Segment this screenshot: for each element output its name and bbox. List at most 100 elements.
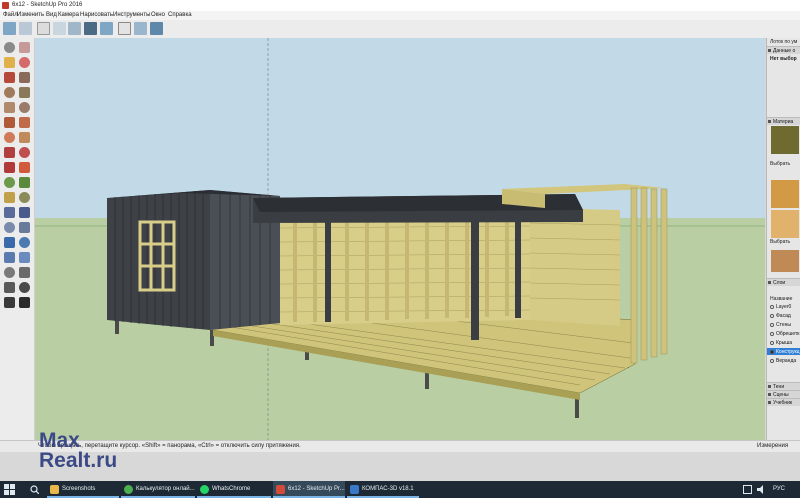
taskbar-item-kompas[interactable]: КОМПАС-3D v18.1	[347, 481, 419, 498]
network-icon[interactable]	[743, 485, 752, 494]
protractor-icon[interactable]	[4, 207, 15, 218]
shadows-header[interactable]: Тени	[767, 382, 800, 390]
rotate-icon[interactable]	[4, 162, 15, 173]
arc-icon[interactable]	[4, 117, 15, 128]
materials-select-label-2[interactable]: Выбрать	[770, 239, 790, 245]
zoom-icon[interactable]	[4, 252, 15, 263]
cube-top-icon[interactable]	[37, 22, 50, 35]
model-viewport[interactable]	[35, 38, 765, 440]
collapse-icon	[768, 120, 771, 123]
input-language[interactable]: РУС	[773, 486, 785, 492]
circle-icon[interactable]	[4, 102, 15, 113]
instructor-header[interactable]: Учебник	[767, 398, 800, 406]
position-camera-icon[interactable]	[4, 282, 15, 293]
zoom-window-icon[interactable]	[19, 252, 30, 263]
entity-info-value: Нет выбор	[770, 56, 797, 62]
menu-help[interactable]: Справка	[168, 12, 192, 18]
style-shaded-icon[interactable]	[134, 22, 147, 35]
watermark-line-2: Realt.ru	[39, 449, 118, 472]
rectangle-icon[interactable]	[4, 87, 15, 98]
pie-icon[interactable]	[4, 132, 15, 143]
style-xray-icon[interactable]	[118, 22, 131, 35]
taskbar-item-whatschrome[interactable]: WhatsChrome	[197, 481, 271, 498]
material-swatch-wood-3[interactable]	[771, 250, 799, 272]
volume-icon[interactable]	[757, 485, 766, 494]
pan-icon[interactable]	[19, 237, 30, 248]
layer-radio[interactable]	[770, 332, 774, 336]
menu-camera[interactable]: Камера	[58, 12, 79, 18]
dimension-icon[interactable]	[19, 192, 30, 203]
polygon-icon[interactable]	[19, 102, 30, 113]
layer-row[interactable]: Обрешетк	[767, 330, 800, 337]
text-icon[interactable]	[19, 207, 30, 218]
layer-row[interactable]: Крыша	[767, 339, 800, 346]
zoom-extents-icon[interactable]	[4, 267, 15, 278]
line-pencil-icon[interactable]	[4, 72, 15, 83]
3d-text-icon[interactable]	[19, 222, 30, 233]
offset-icon[interactable]	[19, 177, 30, 188]
select-arrow-icon[interactable]	[4, 42, 15, 53]
scale-icon[interactable]	[4, 177, 15, 188]
layer-radio[interactable]	[770, 305, 774, 309]
material-swatch-wood-2[interactable]	[771, 210, 799, 238]
layer-row[interactable]: Веранда	[767, 357, 800, 364]
cube-iso-icon[interactable]	[3, 22, 16, 35]
eraser2-icon[interactable]	[19, 57, 30, 68]
menu-tools[interactable]: Инструменты	[113, 12, 150, 18]
taskbar-item-sketchup[interactable]: 6x12 - SketchUp Pr...	[273, 481, 345, 498]
search-icon[interactable]	[30, 485, 40, 495]
layer-row[interactable]: Стены	[767, 321, 800, 328]
walk-icon[interactable]	[4, 297, 15, 308]
expand-icon	[768, 385, 771, 388]
collapse-icon	[768, 49, 771, 52]
layer-radio-active[interactable]	[770, 350, 774, 354]
menu-window[interactable]: Окно	[151, 12, 165, 18]
layers-header[interactable]: Слои	[767, 278, 800, 286]
model-canvas[interactable]	[35, 38, 765, 440]
layer-radio[interactable]	[770, 314, 774, 318]
follow-me-icon[interactable]	[19, 162, 30, 173]
layer-row[interactable]: Layer0	[767, 303, 800, 310]
windows-start-icon[interactable]	[4, 484, 15, 495]
rotated-rect-icon[interactable]	[19, 87, 30, 98]
layer-row[interactable]: Фасад	[767, 312, 800, 319]
material-swatch-wood-1[interactable]	[771, 180, 799, 208]
orbit-icon[interactable]	[4, 237, 15, 248]
taskbar-item-chrome-calculator[interactable]: Калькулятор онлай...	[121, 481, 195, 498]
dark-volume-front	[107, 190, 210, 330]
freehand-icon[interactable]	[19, 72, 30, 83]
materials-select-label[interactable]: Выбрать	[770, 161, 790, 167]
arc3-icon[interactable]	[19, 132, 30, 143]
layer-radio[interactable]	[770, 323, 774, 327]
entity-info-header[interactable]: Данные о	[767, 46, 800, 54]
section-icon[interactable]	[19, 297, 30, 308]
move-icon[interactable]	[4, 147, 15, 158]
menu-draw[interactable]: Нарисовать	[80, 12, 113, 18]
tape-measure-icon[interactable]	[4, 192, 15, 203]
scenes-header[interactable]: Сцены	[767, 390, 800, 398]
previous-view-icon[interactable]	[19, 267, 30, 278]
section-plane-icon[interactable]	[150, 22, 163, 35]
layer-row-selected[interactable]: Конструкц	[767, 348, 800, 355]
cube-left-icon[interactable]	[100, 22, 113, 35]
taskbar-item-screenshots[interactable]: Screenshots	[47, 481, 119, 498]
cube-front-icon[interactable]	[53, 22, 66, 35]
cube-outline-icon[interactable]	[19, 22, 32, 35]
materials-header[interactable]: Материа	[767, 117, 800, 125]
menu-view[interactable]: Вид	[46, 12, 57, 18]
cube-back-icon[interactable]	[84, 22, 97, 35]
menu-file[interactable]: Файл	[3, 12, 18, 18]
taskbar: Screenshots Калькулятор онлай... WhatsCh…	[0, 481, 800, 498]
paint-bucket-icon[interactable]	[4, 57, 15, 68]
menu-edit[interactable]: Изменить	[17, 12, 44, 18]
cube-right-icon[interactable]	[68, 22, 81, 35]
axes-icon[interactable]	[4, 222, 15, 233]
layer-radio[interactable]	[770, 359, 774, 363]
layer-radio[interactable]	[770, 341, 774, 345]
look-around-icon[interactable]	[19, 282, 30, 293]
folder-icon	[50, 485, 59, 494]
arc2-icon[interactable]	[19, 117, 30, 128]
push-pull-icon[interactable]	[19, 147, 30, 158]
eraser-icon[interactable]	[19, 42, 30, 53]
tool-palette	[0, 38, 35, 440]
